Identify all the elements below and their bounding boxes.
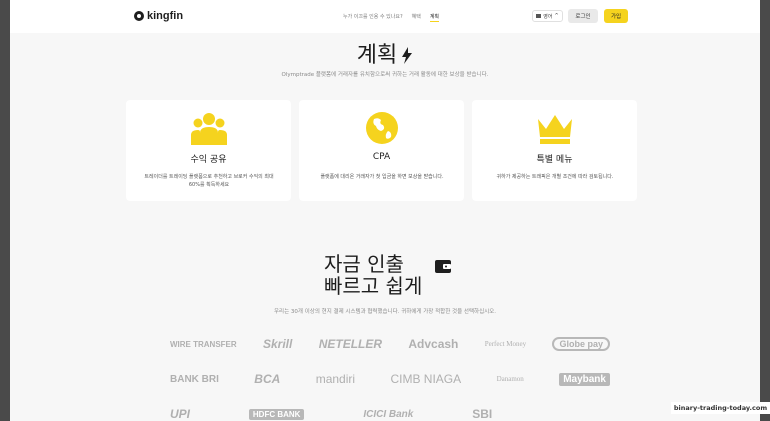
payment-logo-sbi: SBI bbox=[472, 407, 493, 421]
payment-logo-cimb: CIMB NIAGA bbox=[390, 372, 462, 386]
payment-logo-danamon: Danamon bbox=[496, 375, 524, 383]
payment-logo-skrill: Skrill bbox=[263, 337, 293, 351]
globe-icon bbox=[366, 112, 398, 144]
page: kingfin 누가 이끄를 인용 수 있나요? 혜택 계획 영어 ^ 로그인 … bbox=[10, 0, 760, 421]
payment-logo-bca: BCA bbox=[254, 372, 281, 386]
payment-logo-bri: BANK BRI bbox=[170, 373, 219, 385]
language-selector[interactable]: 영어 ^ bbox=[532, 10, 563, 22]
payment-logo-wire: WIRE TRANSFER bbox=[170, 339, 237, 349]
users-icon bbox=[191, 113, 227, 145]
withdraw-heading: 자금 인출 빠르고 쉽게 bbox=[324, 253, 422, 297]
plans-subtitle: Olymptrade 플랫폼에 거래자를 유치함으로써 귀하는 거래 활동에 대… bbox=[281, 72, 489, 78]
plan-card-desc: 트레이더를 트레이딩 플랫폼으로 추천하고 브로커 수익의 최대 60%를 획득… bbox=[144, 174, 274, 188]
kingfin-logo-icon bbox=[134, 11, 144, 21]
payment-logo-globepay: Globe pay bbox=[552, 337, 610, 351]
logo-text: kingfin bbox=[147, 10, 184, 22]
site-logo[interactable]: kingfin bbox=[134, 10, 183, 22]
plan-card-cpa: CPA 플랫폼에 대리온 거래자가 첫 입금을 하면 보상을 받습니다. bbox=[299, 100, 464, 201]
plan-card-special: 특별 메뉴 귀하가 제공하는 트래픽은 개별 조건에 따라 검토됩니다. bbox=[472, 100, 637, 201]
lightning-icon bbox=[402, 47, 413, 64]
payment-logo-neteller: NETELLER bbox=[318, 337, 383, 351]
payment-logo-mandiri: mandiri bbox=[315, 372, 356, 386]
language-label: 영어 bbox=[543, 13, 553, 20]
payment-logo-upi: UPI bbox=[170, 407, 191, 421]
plan-card-title: 특별 메뉴 bbox=[536, 155, 573, 165]
payment-logos: WIRE TRANSFER Skrill NETELLER Advcash Pe… bbox=[170, 333, 610, 421]
nav-item-who[interactable]: 누가 이끄를 인용 수 있나요? bbox=[343, 13, 403, 22]
payment-logo-row: WIRE TRANSFER Skrill NETELLER Advcash Pe… bbox=[170, 333, 610, 355]
chevron-up-icon: ^ bbox=[554, 13, 559, 19]
plan-card-title: CPA bbox=[372, 152, 391, 162]
nav-item-benefits[interactable]: 혜택 bbox=[412, 13, 421, 22]
crown-icon bbox=[538, 115, 572, 144]
flag-icon bbox=[536, 14, 542, 18]
plan-card-desc: 귀하가 제공하는 트래픽은 개별 조건에 따라 검토됩니다. bbox=[496, 174, 614, 180]
site-header: kingfin 누가 이끄를 인용 수 있나요? 혜택 계획 영어 ^ 로그인 … bbox=[10, 0, 760, 33]
withdraw-title-line1: 자금 인출 bbox=[324, 252, 404, 276]
payment-logo-maybank: Maybank bbox=[559, 372, 610, 386]
plans-heading: 계획 bbox=[10, 37, 760, 69]
plan-card-revshare: 수익 공유 트레이더를 트레이딩 플랫폼으로 추천하고 브로커 수익의 최대 6… bbox=[126, 100, 291, 201]
payment-logo-advcash: Advcash bbox=[408, 337, 459, 351]
payment-logo-row: BANK BRI BCA mandiri CIMB NIAGA Danamon … bbox=[170, 368, 610, 390]
payment-logo-icici: ICICI Bank bbox=[363, 408, 414, 420]
plan-card-title: 수익 공유 bbox=[190, 155, 227, 165]
signup-button[interactable]: 가입 bbox=[604, 9, 628, 23]
withdraw-title-line2: 빠르고 쉽게 bbox=[324, 274, 423, 298]
plan-card-desc: 플랫폼에 대리온 거래자가 첫 입금을 하면 보상을 받습니다. bbox=[320, 174, 444, 180]
withdraw-subtitle: 우리는 30개 이상의 현지 결제 시스템과 협력했습니다. 귀하에게 가장 적… bbox=[273, 309, 496, 315]
wallet-icon bbox=[435, 260, 451, 273]
nav-item-plans[interactable]: 계획 bbox=[429, 13, 440, 22]
login-button[interactable]: 로그인 bbox=[568, 9, 598, 23]
watermark: binary-trading-today.com bbox=[671, 402, 770, 414]
payment-logo-row: UPI HDFC BANK ICICI Bank SBI bbox=[170, 403, 610, 421]
main-nav: 누가 이끄를 인용 수 있나요? 혜택 계획 bbox=[343, 13, 440, 22]
plans-title: 계획 bbox=[356, 43, 398, 68]
payment-logo-hdfc: HDFC BANK bbox=[248, 408, 305, 420]
payment-logo-perfect-money: Perfect Money bbox=[484, 340, 527, 348]
